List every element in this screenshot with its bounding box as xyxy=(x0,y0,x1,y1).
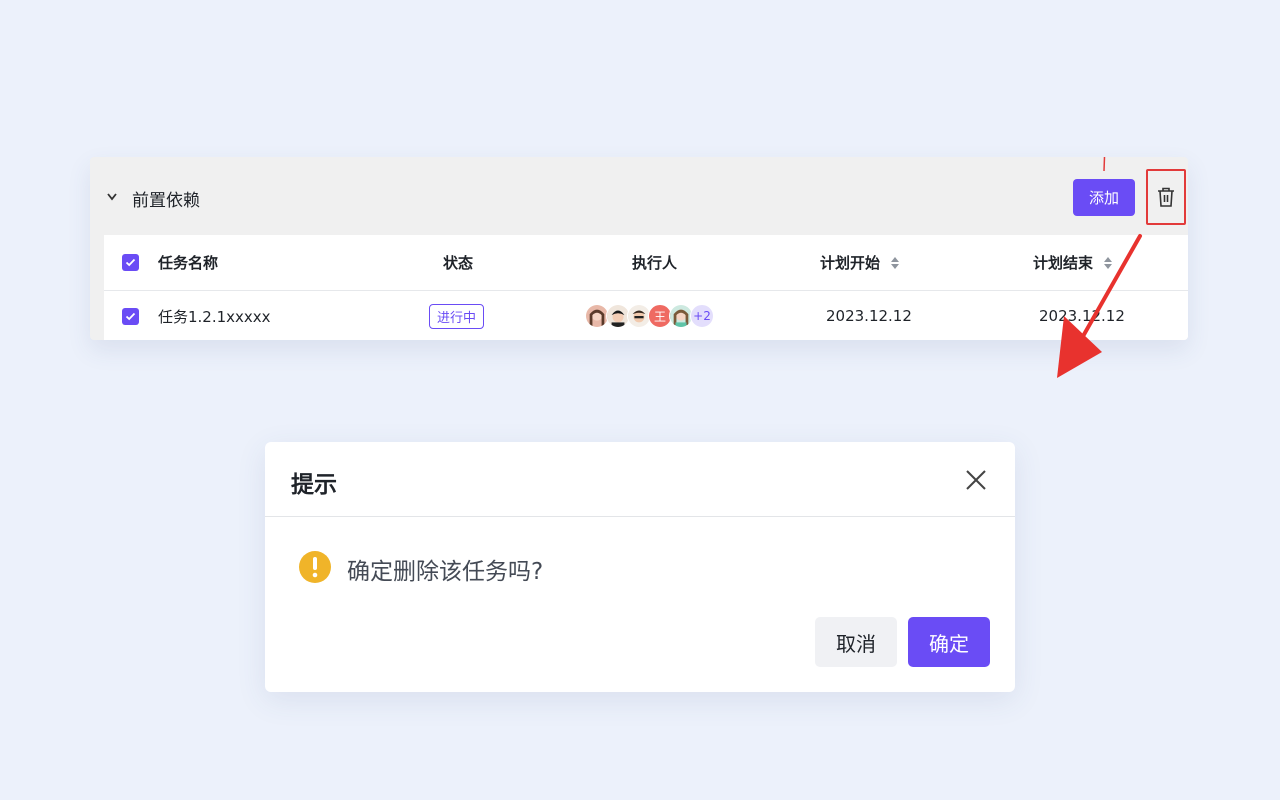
column-header-status: 状态 xyxy=(443,254,474,272)
delete-button[interactable] xyxy=(1146,169,1186,225)
table-header: 任务名称 状态 执行人 计划开始 计划结束 xyxy=(104,235,1188,291)
chevron-down-icon[interactable] xyxy=(105,191,119,203)
panel-header: 前置依赖 添加 xyxy=(90,157,1188,235)
check-icon xyxy=(125,258,136,267)
dependency-table: 任务名称 状态 执行人 计划开始 计划结束 任务1.2.1xxxxx 进行中 王… xyxy=(104,235,1188,340)
dialog-title: 提示 xyxy=(291,472,337,498)
confirm-dialog: 提示 确定删除该任务吗? 取消 确定 xyxy=(265,442,1015,692)
confirm-button[interactable]: 确定 xyxy=(908,617,990,667)
check-icon xyxy=(125,312,136,320)
dialog-message: 确定删除该任务吗? xyxy=(347,559,544,585)
table-row[interactable]: 任务1.2.1xxxxx 进行中 王 +2 2023.12.12 2023.12… xyxy=(104,292,1188,340)
plan-start-date: 2023.12.12 xyxy=(826,307,912,325)
column-header-assignee: 执行人 xyxy=(632,254,678,272)
assignee-avatars[interactable]: 王 +2 xyxy=(585,304,714,328)
predecessor-panel: 前置依赖 添加 任务名称 状态 执行人 计划开始 计划结束 任务1.2.1xxx… xyxy=(90,157,1188,340)
cancel-button[interactable]: 取消 xyxy=(815,617,897,667)
trash-icon xyxy=(1158,187,1174,207)
close-icon xyxy=(966,470,986,490)
warning-icon xyxy=(299,551,331,583)
column-header-start-label: 计划开始 xyxy=(820,254,881,272)
task-name: 任务1.2.1xxxxx xyxy=(158,307,271,326)
close-button[interactable] xyxy=(962,466,990,494)
column-header-name: 任务名称 xyxy=(158,254,219,272)
column-header-start[interactable]: 计划开始 xyxy=(820,235,900,290)
status-badge: 进行中 xyxy=(429,303,485,329)
select-all-checkbox[interactable] xyxy=(122,254,139,271)
dialog-header: 提示 xyxy=(265,442,1015,517)
panel-title: 前置依赖 xyxy=(132,191,200,211)
sort-icon[interactable] xyxy=(890,255,900,271)
add-button[interactable]: 添加 xyxy=(1073,179,1135,216)
annotation-arrow xyxy=(1057,234,1142,378)
more-assignees-badge[interactable]: +2 xyxy=(690,304,714,328)
row-checkbox[interactable] xyxy=(122,307,139,325)
